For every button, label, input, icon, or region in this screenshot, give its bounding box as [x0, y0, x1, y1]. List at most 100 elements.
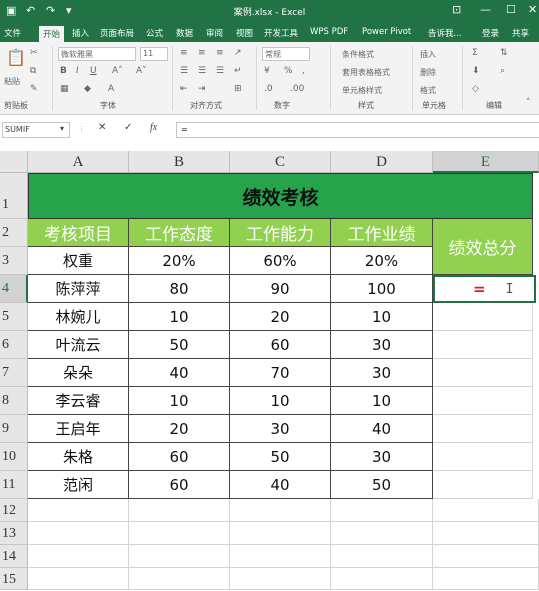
- insert-function-icon[interactable]: fx: [150, 122, 157, 133]
- close-icon[interactable]: ✕: [528, 3, 537, 16]
- row-header-11[interactable]: 11: [0, 471, 28, 499]
- share-button[interactable]: 共享: [512, 27, 529, 39]
- maximize-icon[interactable]: ☐: [506, 3, 516, 16]
- fill-icon[interactable]: ⬇: [472, 66, 480, 76]
- tab-page-layout[interactable]: 页面布局: [100, 27, 134, 39]
- active-cell-e4[interactable]: = I: [433, 275, 536, 303]
- empty-cell[interactable]: [129, 545, 230, 568]
- tab-review[interactable]: 审阅: [206, 27, 223, 39]
- name-cell[interactable]: 朱格: [28, 443, 129, 471]
- sheet-title-cell[interactable]: 绩效考核: [28, 173, 533, 219]
- increase-decimal-icon[interactable]: .0: [264, 84, 273, 94]
- row-header-4[interactable]: 4: [0, 275, 28, 303]
- underline-icon[interactable]: U: [90, 66, 97, 76]
- empty-cell[interactable]: [28, 499, 129, 522]
- insert-cells-button[interactable]: 插入: [420, 49, 436, 60]
- empty-cell[interactable]: [28, 522, 129, 545]
- tab-power-pivot[interactable]: Power Pivot: [362, 27, 411, 37]
- score-cell[interactable]: 100: [331, 275, 433, 303]
- empty-cell[interactable]: [230, 522, 331, 545]
- score-cell[interactable]: 10: [129, 303, 230, 331]
- score-cell[interactable]: 50: [129, 331, 230, 359]
- empty-cell[interactable]: [230, 568, 331, 590]
- empty-cell[interactable]: [28, 568, 129, 590]
- row-header-7[interactable]: 7: [0, 359, 28, 387]
- empty-cell[interactable]: [433, 499, 539, 522]
- row-header-9[interactable]: 9: [0, 415, 28, 443]
- column-header-d[interactable]: D: [331, 151, 433, 173]
- font-size-box[interactable]: 11: [140, 47, 168, 61]
- align-bottom-icon[interactable]: ≡: [216, 48, 224, 58]
- name-cell[interactable]: 叶流云: [28, 331, 129, 359]
- name-cell[interactable]: 王启年: [28, 415, 129, 443]
- border-icon[interactable]: ▦: [60, 84, 69, 94]
- empty-cell[interactable]: [129, 568, 230, 590]
- conditional-format-button[interactable]: 条件格式: [342, 49, 374, 60]
- number-format-box[interactable]: 常规: [262, 47, 310, 61]
- format-cells-button[interactable]: 格式: [420, 85, 436, 96]
- column-header-e[interactable]: E: [433, 151, 539, 173]
- row-header-3[interactable]: 3: [0, 247, 28, 275]
- find-select-icon[interactable]: ⌕: [500, 66, 505, 76]
- tab-view[interactable]: 视图: [236, 27, 253, 39]
- score-cell[interactable]: 40: [129, 359, 230, 387]
- empty-cell[interactable]: [433, 545, 539, 568]
- decrease-decimal-icon[interactable]: .00: [290, 84, 304, 94]
- collapse-ribbon-icon[interactable]: ˄: [526, 98, 531, 108]
- font-color-icon[interactable]: A: [108, 84, 114, 94]
- score-cell[interactable]: 70: [230, 359, 331, 387]
- empty-cell[interactable]: [433, 522, 539, 545]
- orientation-icon[interactable]: ↗: [234, 48, 242, 58]
- score-total-cell[interactable]: [433, 331, 533, 359]
- name-cell[interactable]: 范闲: [28, 471, 129, 499]
- row-header-15[interactable]: 15: [0, 568, 28, 590]
- header-cell[interactable]: 考核项目: [28, 219, 129, 247]
- score-cell[interactable]: 60: [230, 331, 331, 359]
- cut-icon[interactable]: ✂: [30, 48, 38, 58]
- align-top-icon[interactable]: ≡: [180, 48, 188, 58]
- weight-cell[interactable]: 20%: [331, 247, 433, 275]
- sign-in-link[interactable]: 登录: [482, 27, 499, 39]
- clear-icon[interactable]: ◇: [472, 84, 479, 94]
- decrease-indent-icon[interactable]: ⇤: [180, 84, 188, 94]
- empty-cell[interactable]: [331, 522, 433, 545]
- name-cell[interactable]: 陈萍萍: [28, 275, 129, 303]
- score-cell[interactable]: 60: [129, 443, 230, 471]
- select-all-corner[interactable]: [0, 151, 28, 173]
- score-cell[interactable]: 30: [331, 443, 433, 471]
- bold-icon[interactable]: B: [60, 66, 67, 76]
- row-header-14[interactable]: 14: [0, 545, 28, 568]
- tab-insert[interactable]: 插入: [72, 27, 89, 39]
- row-header-10[interactable]: 10: [0, 443, 28, 471]
- merge-center-icon[interactable]: ⊞: [234, 84, 242, 94]
- font-name-box[interactable]: 微软雅黑: [58, 47, 136, 61]
- score-cell[interactable]: 60: [129, 471, 230, 499]
- formula-input[interactable]: =: [176, 122, 539, 138]
- score-cell[interactable]: 20: [230, 303, 331, 331]
- align-right-icon[interactable]: ☰: [216, 66, 224, 76]
- empty-cell[interactable]: [28, 545, 129, 568]
- name-box-dropdown-icon[interactable]: ▾: [60, 124, 64, 133]
- weight-cell[interactable]: 20%: [129, 247, 230, 275]
- score-cell[interactable]: 40: [331, 415, 433, 443]
- score-cell[interactable]: 10: [129, 387, 230, 415]
- row-header-1[interactable]: 1: [0, 173, 28, 219]
- empty-cell[interactable]: [331, 499, 433, 522]
- align-middle-icon[interactable]: ≡: [198, 48, 206, 58]
- score-total-cell[interactable]: [433, 303, 533, 331]
- score-total-cell[interactable]: [433, 443, 533, 471]
- row-header-6[interactable]: 6: [0, 331, 28, 359]
- format-painter-icon[interactable]: ✎: [30, 84, 38, 94]
- weight-label-cell[interactable]: 权重: [28, 247, 129, 275]
- sort-filter-icon[interactable]: ⇅: [500, 48, 508, 58]
- align-left-icon[interactable]: ☰: [180, 66, 188, 76]
- tell-me-search[interactable]: 告诉我...: [428, 27, 462, 39]
- fill-color-icon[interactable]: ◆: [84, 84, 91, 94]
- row-header-5[interactable]: 5: [0, 303, 28, 331]
- score-cell[interactable]: 90: [230, 275, 331, 303]
- header-cell[interactable]: 工作业绩: [331, 219, 433, 247]
- empty-cell[interactable]: [129, 499, 230, 522]
- row-header-8[interactable]: 8: [0, 387, 28, 415]
- name-cell[interactable]: 李云睿: [28, 387, 129, 415]
- autosum-icon[interactable]: Σ: [472, 48, 478, 58]
